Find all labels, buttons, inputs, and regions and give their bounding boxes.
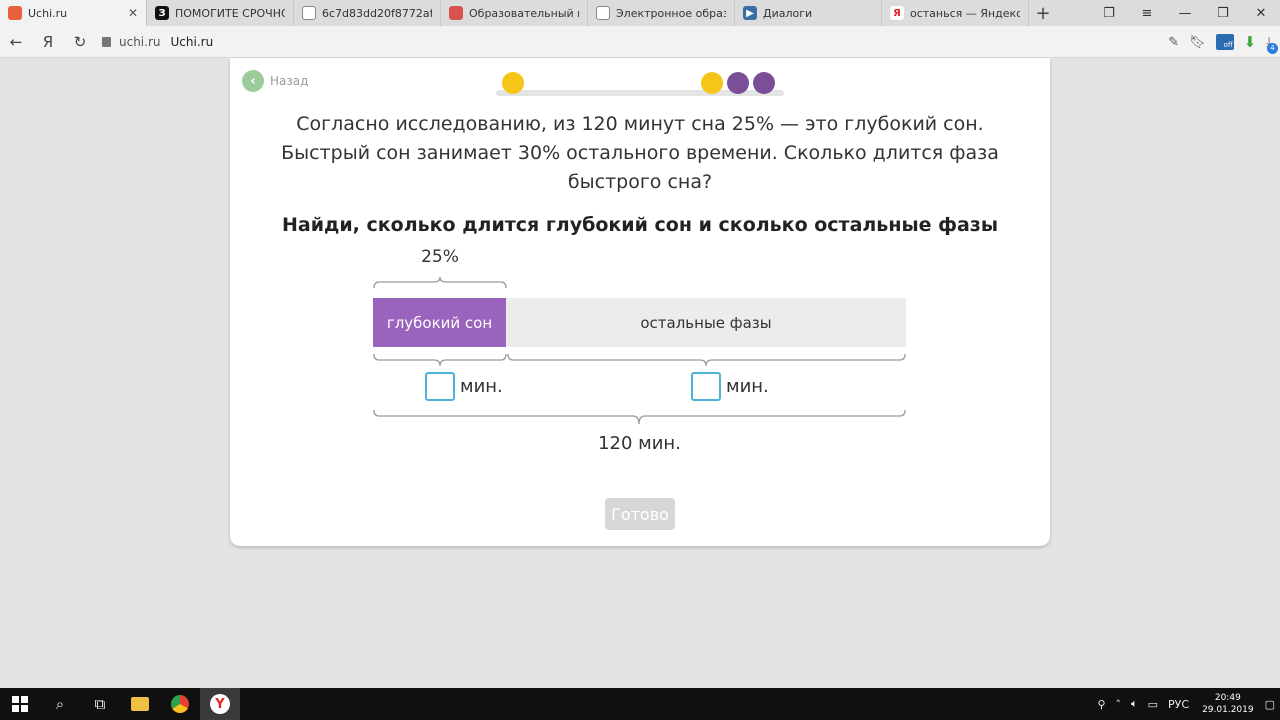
file-explorer-button[interactable] xyxy=(120,688,160,720)
segment-bar: глубокий сон остальные фазы xyxy=(373,298,906,347)
znanija-icon: З xyxy=(155,6,169,20)
deep-sleep-segment: глубокий сон xyxy=(373,298,506,347)
tab-title: Образовательный порт xyxy=(469,6,579,20)
volume-icon[interactable]: 🔈︎ xyxy=(1131,697,1138,711)
extension-icon[interactable]: off xyxy=(1215,34,1234,50)
question-text: Согласно исследованию, из 120 минут сна … xyxy=(270,110,1010,197)
tab-strip: Uchi.ru ✕ З ПОМОГИТЕ СРОЧНО П 6c7d83dd20… xyxy=(0,0,1280,26)
chrome-button[interactable] xyxy=(160,688,200,720)
portal-icon xyxy=(449,6,463,20)
toolbar-right: ✎ 🔖︎ off ⬇ ⤓ 4 xyxy=(1168,26,1278,58)
system-tray: ⚲ ˄ 🔈︎ ▭ РУС 20:49 29.01.2019 ▢ xyxy=(1092,688,1280,720)
download-extension-icon[interactable]: ⬇ xyxy=(1244,33,1257,51)
document-icon xyxy=(596,6,610,20)
back-label: Назад xyxy=(270,74,309,88)
tab-uchi[interactable]: Uchi.ru ✕ xyxy=(0,0,147,26)
question-line: Быстрый сон занимает 30% остального врем… xyxy=(281,142,999,164)
chevron-up-icon[interactable]: ˄ xyxy=(1116,698,1122,711)
total-brace xyxy=(373,409,906,425)
document-icon xyxy=(302,6,316,20)
windows-icon xyxy=(12,696,28,712)
search-icon[interactable]: ⌕ xyxy=(40,688,80,720)
lock-icon xyxy=(102,36,111,47)
folder-icon xyxy=(131,697,149,711)
chevron-left-icon: ‹ xyxy=(242,70,264,92)
bottom-braces xyxy=(373,353,906,367)
tabs-overview-icon[interactable]: ❐ xyxy=(1090,0,1128,26)
deep-sleep-input[interactable] xyxy=(425,372,455,401)
other-phases-input[interactable] xyxy=(691,372,721,401)
percent-label: 25% xyxy=(421,247,459,267)
top-brace xyxy=(373,276,507,289)
back-button[interactable]: ‹ Назад xyxy=(242,70,308,92)
address-bar: ← Я ↻ uchi.ru Uchi.ru ✎ 🔖︎ off ⬇ ⤓ 4 xyxy=(0,26,1280,58)
uchi-icon xyxy=(8,6,22,20)
close-icon[interactable]: ✕ xyxy=(128,6,138,20)
unit-label: мин. xyxy=(460,376,503,397)
progress-dot xyxy=(753,72,775,94)
taskbar: ⌕ ⧉ Y ⚲ ˄ 🔈︎ ▭ РУС 20:49 29.01.2019 ▢ xyxy=(0,688,1280,720)
minimize-button[interactable]: — xyxy=(1166,0,1204,26)
window-controls: ❐ ≡ — ❒ ✕ xyxy=(1090,0,1280,26)
people-icon[interactable]: ⚲ xyxy=(1097,698,1105,711)
tab-dialogs[interactable]: ▶ Диалоги xyxy=(735,0,882,26)
deep-sleep-answer: мин. xyxy=(425,372,503,401)
downloads-icon[interactable]: ⤓ 4 xyxy=(1266,35,1278,54)
progress-dot xyxy=(502,72,524,94)
yandex-browser-icon: Y xyxy=(210,694,230,714)
bookmark-icon[interactable]: 🔖︎ xyxy=(1189,35,1206,50)
tab-title: Электронное образова xyxy=(616,6,726,20)
tab-title: Диалоги xyxy=(763,6,813,20)
tab-title: 6c7d83dd20f8772af2ee6 xyxy=(322,6,432,20)
network-icon[interactable]: ▭ xyxy=(1148,698,1158,711)
tab-title: останься — Яндекс: нац xyxy=(910,6,1020,20)
back-arrow-icon[interactable]: ← xyxy=(0,26,32,58)
start-button[interactable] xyxy=(0,688,40,720)
clock[interactable]: 20:49 29.01.2019 xyxy=(1202,692,1254,716)
notifications-icon[interactable]: ▢ xyxy=(1265,698,1275,711)
menu-icon[interactable]: ≡ xyxy=(1128,0,1166,26)
progress-bar xyxy=(496,70,784,96)
url-page-title: Uchi.ru xyxy=(170,34,214,49)
close-window-button[interactable]: ✕ xyxy=(1242,0,1280,26)
tab-e-education[interactable]: Электронное образова xyxy=(588,0,735,26)
question-line: Согласно исследованию, из 120 минут сна … xyxy=(296,113,984,135)
tab-znanija[interactable]: З ПОМОГИТЕ СРОЧНО П xyxy=(147,0,294,26)
tab-document[interactable]: 6c7d83dd20f8772af2ee6 xyxy=(294,0,441,26)
other-phases-answer: мин. xyxy=(691,372,769,401)
protect-icon[interactable]: ✎ xyxy=(1168,35,1179,50)
tab-title: Uchi.ru xyxy=(28,6,68,20)
new-tab-button[interactable]: + xyxy=(1029,0,1057,26)
url-field[interactable]: uchi.ru Uchi.ru xyxy=(102,35,213,49)
yandex-button[interactable]: Я xyxy=(32,26,64,58)
clock-time: 20:49 xyxy=(1214,693,1241,703)
done-button[interactable]: Готово xyxy=(605,498,675,530)
tab-title: ПОМОГИТЕ СРОЧНО П xyxy=(175,6,285,20)
dialogs-icon: ▶ xyxy=(743,6,757,20)
lesson-card: ‹ Назад Согласно исследованию, из 120 ми… xyxy=(230,58,1050,546)
chrome-icon xyxy=(171,695,189,713)
question-line: быстрого сна? xyxy=(567,171,713,193)
clock-date: 29.01.2019 xyxy=(1202,705,1254,715)
tab-yandex-search[interactable]: Я останься — Яндекс: нац xyxy=(882,0,1029,26)
tab-portal[interactable]: Образовательный порт xyxy=(441,0,588,26)
downloads-badge: 4 xyxy=(1267,42,1278,54)
unit-label: мин. xyxy=(726,376,769,397)
reload-icon[interactable]: ↻ xyxy=(64,26,96,58)
url-domain: uchi.ru xyxy=(119,34,161,49)
progress-dot xyxy=(727,72,749,94)
progress-dot xyxy=(701,72,723,94)
yandex-icon: Я xyxy=(890,6,904,20)
other-phases-segment: остальные фазы xyxy=(506,298,906,347)
task-view-icon[interactable]: ⧉ xyxy=(80,688,120,720)
maximize-button[interactable]: ❒ xyxy=(1204,0,1242,26)
yandex-browser-button[interactable]: Y xyxy=(200,688,240,720)
total-label: 120 мин. xyxy=(598,433,681,454)
instruction-text: Найди, сколько длится глубокий сон и ско… xyxy=(281,214,999,236)
language-indicator[interactable]: РУС xyxy=(1168,698,1189,711)
